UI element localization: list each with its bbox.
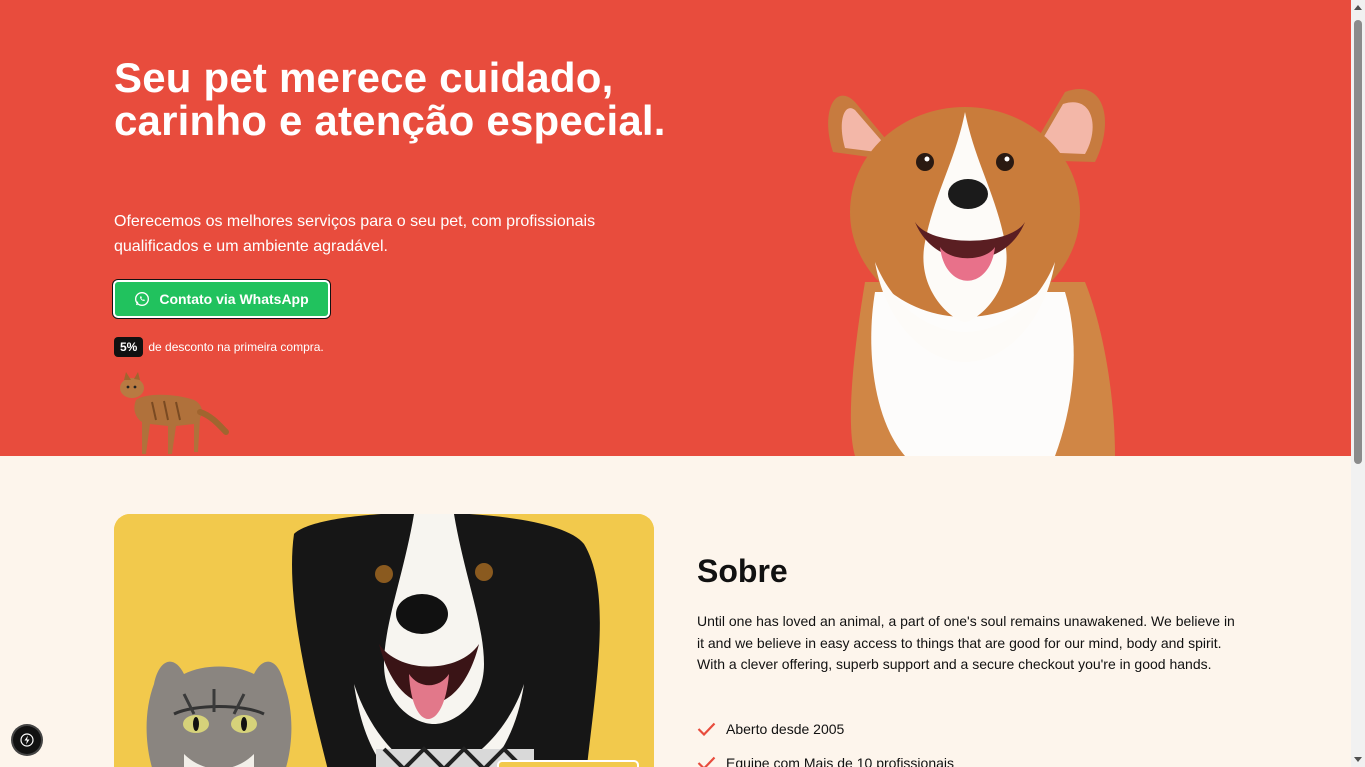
vertical-scrollbar[interactable] — [1351, 0, 1365, 767]
dog-and-cat-photo — [114, 514, 654, 767]
discount-text: de desconto na primeira compra. — [148, 340, 324, 354]
discount-note: 5% de desconto na primeira compra. — [114, 337, 324, 357]
check-icon — [697, 756, 716, 767]
scroll-down-arrow-icon[interactable] — [1354, 757, 1362, 762]
about-title: Sobre — [697, 553, 788, 589]
hero-section: Seu pet merece cuidado, carinho e atençã… — [0, 0, 1351, 456]
hero-title: Seu pet merece cuidado, carinho e atençã… — [114, 54, 666, 144]
about-feature-item: Equipe com Mais de 10 profissionais — [697, 752, 954, 767]
feature-label: Equipe com Mais de 10 profissionais — [726, 755, 955, 767]
whatsapp-icon — [135, 292, 150, 306]
scroll-up-arrow-icon[interactable] — [1354, 5, 1362, 10]
about-feature-list: Aberto desde 2005 Equipe com Mais de 10 … — [697, 718, 954, 767]
corgi-dog-image — [828, 89, 1115, 456]
whatsapp-button-label: Contato via WhatsApp — [159, 291, 309, 307]
scrollbar-thumb[interactable] — [1354, 20, 1362, 464]
feature-label: Aberto desde 2005 — [726, 721, 845, 737]
about-feature-item: Aberto desde 2005 — [697, 718, 954, 740]
discount-badge: 5% — [114, 337, 144, 357]
check-icon — [697, 722, 716, 736]
dev-tools-button[interactable] — [13, 726, 41, 754]
lightning-icon — [20, 733, 34, 747]
whatsapp-contact-button[interactable]: Contato via WhatsApp — [113, 280, 330, 318]
photo-overlay-button[interactable] — [497, 760, 639, 767]
hero-subtitle: Oferecemos os melhores serviços para o s… — [114, 213, 596, 255]
about-text: Until one has loved an animal, a part of… — [697, 613, 1235, 673]
walking-cat-image — [120, 372, 229, 454]
